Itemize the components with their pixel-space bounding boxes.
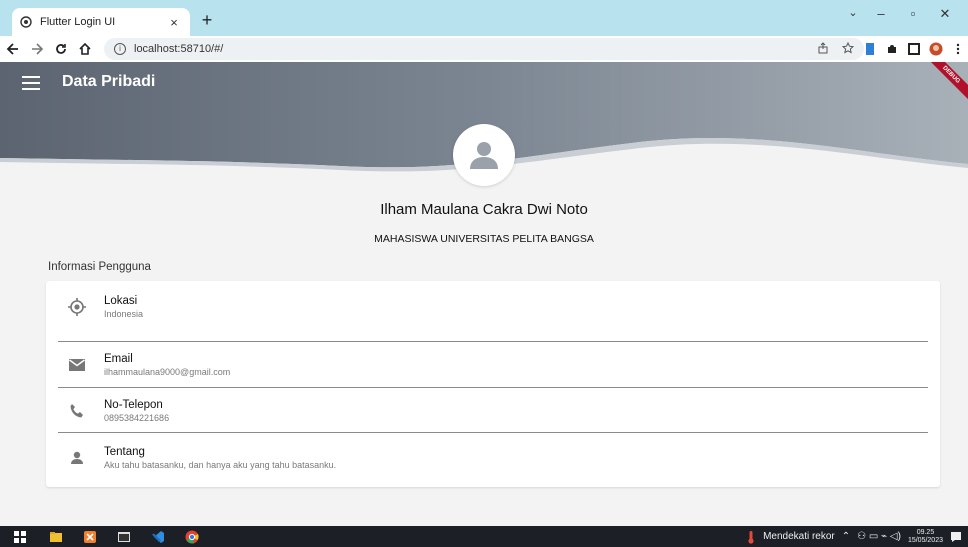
debug-banner: DEBUG [928,62,968,102]
star-icon [841,41,855,54]
more-menu-icon[interactable] [950,41,966,57]
chrome-icon[interactable] [185,530,199,544]
person-icon [71,451,83,464]
info-title: Tentang [104,446,145,458]
app-viewport: Data Pribadi DEBUG Ilham Maulana Cakra D… [0,62,968,526]
xampp-icon[interactable] [83,530,97,544]
info-row-lokasi[interactable]: Lokasi Indonesia [46,288,940,334]
clock[interactable]: 09.25 15/05/2023 [908,529,943,545]
menu-icon[interactable] [22,76,40,90]
thermometer-icon[interactable] [746,530,756,544]
file-explorer-icon[interactable] [49,530,63,544]
info-card: Lokasi Indonesia Email ilhammaulana9000@… [46,281,940,487]
globe-icon [20,16,32,28]
share-bookmark-icons[interactable] [817,41,855,57]
restore-button[interactable]: ▫ [902,6,924,21]
terminal-icon[interactable] [117,530,131,544]
share-icon [818,42,828,54]
info-row-email[interactable]: Email ilhammaulana9000@gmail.com [46,346,940,392]
tab-close-icon[interactable]: × [166,15,182,30]
close-window-button[interactable]: ✕ [934,6,956,22]
info-value: ilhammaulana9000@gmail.com [104,367,231,377]
browser-toolbar: i localhost:58710/#/ [0,36,968,62]
info-value: Indonesia [104,309,144,319]
browser-tab-strip: Flutter Login UI × + ⌄ – ▫ ✕ [0,0,968,36]
windows-taskbar: Mendekati rekor ⌃ ⚇ ▭ ⌁ ◁) 09.25 15/05/2… [0,526,968,547]
info-icon[interactable]: i [114,43,126,55]
windows-start-icon[interactable] [13,530,27,544]
avatar[interactable] [453,124,515,186]
puzzle-icon[interactable] [884,41,900,57]
forward-arrow-icon[interactable] [26,38,48,60]
address-bar[interactable]: i localhost:58710/#/ [104,38,864,60]
notification-icon[interactable] [950,531,962,543]
new-tab-button[interactable]: + [196,10,218,32]
info-title: Lokasi [104,295,138,307]
divider [58,432,928,433]
extension-icons [862,38,966,60]
profile-subtitle: MAHASISWA UNIVERSITAS PELITA BANGSA [374,233,594,245]
browser-tab[interactable]: Flutter Login UI × [12,8,190,36]
divider [58,341,928,342]
info-row-tentang[interactable]: Tentang Aku tahu batasanku, dan hanya ak… [46,439,940,485]
debug-label: DEBUG [928,62,968,102]
clock-date: 15/05/2023 [907,536,943,544]
profile-name: Ilham Maulana Cakra Dwi Noto [380,201,588,218]
clock-time: 09.25 [916,528,935,536]
sidepanel-icon[interactable] [906,41,922,57]
home-icon[interactable] [74,38,96,60]
back-arrow-icon[interactable] [2,38,24,60]
tray-chevron-icon[interactable]: ⌃ [842,531,850,542]
page-title: Data Pribadi [62,73,156,90]
minimize-button[interactable]: – [870,6,892,21]
divider [58,387,928,388]
url-text: localhost:58710/#/ [134,43,224,55]
person-avatar-icon [470,142,498,169]
email-icon [69,359,85,371]
section-label: Informasi Pengguna [48,261,151,273]
location-icon [68,298,86,316]
extension-blue-icon[interactable] [862,41,878,57]
profile-avatar-icon[interactable] [928,41,944,57]
tray-status-icons[interactable]: ⚇ ▭ ⌁ ◁) [857,531,901,542]
tab-search-chevron-icon[interactable]: ⌄ [842,6,864,19]
info-title: No-Telepon [104,399,163,411]
phone-icon [70,404,83,418]
tab-title: Flutter Login UI [40,16,116,28]
system-tray: Mendekati rekor ⌃ ⚇ ▭ ⌁ ◁) 09.25 15/05/2… [746,526,962,547]
vscode-icon[interactable] [151,530,165,544]
reload-icon[interactable] [50,38,72,60]
weather-text[interactable]: Mendekati rekor [763,531,835,542]
info-value: 0895384221686 [104,413,170,423]
info-title: Email [104,353,133,365]
info-value: Aku tahu batasanku, dan hanya aku yang t… [104,460,337,470]
